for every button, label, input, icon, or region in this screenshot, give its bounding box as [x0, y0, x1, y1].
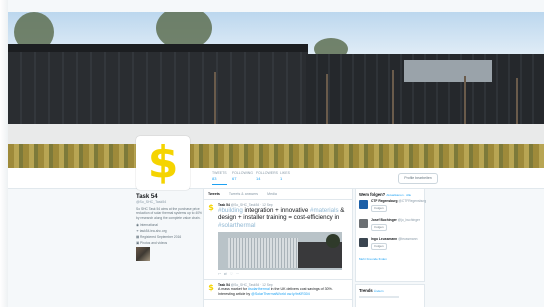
- stat-label: Followers: [256, 171, 278, 175]
- dollar-sign-icon: $: [147, 137, 179, 188]
- tweet-avatar-dollar-icon[interactable]: $: [207, 204, 215, 212]
- stat-value: 67: [232, 176, 237, 181]
- twitter-profile-page: Tweets 83 Following 67 Followers 14 Like…: [0, 0, 544, 307]
- stat-following[interactable]: Following 67: [232, 171, 253, 181]
- tweet-avatar-dollar-icon[interactable]: $: [207, 284, 215, 292]
- like-icon[interactable]: ♡: [230, 272, 233, 276]
- stat-value: 14: [256, 176, 261, 181]
- tweet[interactable]: $ Task 54 @So_SHC_Task54 · 12 Sep #build…: [204, 200, 352, 281]
- suggestion-name[interactable]: CTF Regensburg @CTFRegensburg: [371, 199, 426, 203]
- url-link[interactable]: ow.ly/tnKR304: [287, 292, 310, 296]
- reply-icon[interactable]: ↩: [218, 272, 221, 276]
- tab-media[interactable]: Media: [267, 192, 277, 196]
- hashtag[interactable]: #solarthermal: [218, 222, 256, 229]
- header-glass: [404, 60, 492, 82]
- header-building-left: [8, 44, 308, 128]
- header-image: [8, 12, 544, 168]
- hashtag[interactable]: #building: [218, 207, 243, 214]
- location-text: International: [139, 222, 158, 227]
- suggestion-handle: @leussmann: [398, 237, 418, 241]
- suggestion-avatar[interactable]: [359, 238, 368, 247]
- profile-location: ◉ International: [136, 222, 158, 227]
- trend-item-placeholder[interactable]: [359, 296, 399, 298]
- suggestion-display-name: Josef Buchinger: [371, 218, 397, 222]
- suggestion-display-name: Ingo Leussmann: [371, 237, 398, 241]
- tab-tweets[interactable]: Tweets: [208, 192, 220, 196]
- who-to-follow-heading: Wem folgen?: [359, 192, 386, 197]
- header-roof: [8, 44, 308, 52]
- profile-website[interactable]: ⚭ task54.iea-shc.org: [136, 229, 202, 233]
- follow-button[interactable]: Folgen: [371, 224, 387, 231]
- suggestion-avatar[interactable]: [359, 200, 368, 209]
- find-friends-link[interactable]: Mehr Freunde finden: [359, 257, 421, 261]
- trends-title: Trends Ändern: [359, 288, 421, 293]
- tweet[interactable]: $ Task 54 @So_SHC_Task54 · 12 Sep A mass…: [204, 280, 352, 301]
- photo-facade: [228, 238, 298, 269]
- trends-heading: Trends: [359, 288, 373, 293]
- profile-sidebar: Task 54 @So_SHC_Task54 So SHC Task 54 ai…: [136, 194, 202, 261]
- website-link[interactable]: task54.iea-shc.org: [140, 229, 167, 233]
- hashtag[interactable]: #materials: [310, 207, 339, 214]
- suggestion-item[interactable]: CTF Regensburg @CTFRegensburg Folgen: [359, 199, 426, 218]
- page-edge: [0, 0, 8, 307]
- suggestion-item[interactable]: Josef Buchinger @jo_buchinger Folgen: [359, 218, 421, 237]
- tweet-text: #building integration + innovative #mate…: [218, 207, 348, 229]
- suggestion-name[interactable]: Ingo Leussmann @leussmann: [371, 237, 417, 241]
- suggestion-item[interactable]: Ingo Leussmann @leussmann Folgen: [359, 237, 421, 256]
- header-hedge: [8, 144, 544, 168]
- stat-likes[interactable]: Likes 1: [280, 171, 290, 181]
- suggestion-avatar[interactable]: [359, 219, 368, 228]
- suggestion-handle: @jo_buchinger: [397, 218, 420, 222]
- joined-text: Registered September 2016: [140, 234, 182, 239]
- tweets-timeline: Tweets Tweets & answers Media $ Task 54 …: [203, 188, 353, 307]
- more-icon[interactable]: ⋯: [236, 272, 240, 276]
- suggestion-name[interactable]: Josef Buchinger @jo_buchinger: [371, 218, 420, 222]
- mention-link[interactable]: @SolarThermalWorld: [251, 292, 286, 296]
- stat-label: Likes: [280, 171, 290, 175]
- tweet-actions: ↩ ⇄ ♡ ⋯: [218, 272, 348, 276]
- profile-handle[interactable]: @So_SHC_Task54: [136, 200, 202, 204]
- profile-bio: So SHC Task 54 aims at the purchase pric…: [136, 207, 202, 220]
- stat-tweets[interactable]: Tweets 83: [212, 171, 227, 185]
- stat-label: Following: [232, 171, 254, 175]
- refresh-link[interactable]: Aktualisieren · Alle: [386, 193, 411, 197]
- photos-label[interactable]: Photos and videos: [140, 241, 167, 245]
- retweet-icon[interactable]: ⇄: [224, 272, 227, 276]
- avatar[interactable]: $: [136, 136, 190, 190]
- timeline-tabs: Tweets Tweets & answers Media: [204, 189, 352, 200]
- photos-videos-link[interactable]: ▣ Photos and videos: [136, 241, 202, 245]
- profile-joined: ▦ Registered September 2016: [136, 234, 182, 239]
- tab-tweets-answers[interactable]: Tweets & answers: [229, 192, 258, 196]
- photo-thumbnail[interactable]: [136, 246, 150, 261]
- stat-value: 83: [212, 176, 217, 181]
- tweet-text-part: A mass market for: [218, 287, 248, 292]
- tweet-photo[interactable]: [218, 232, 342, 271]
- trends-panel: Trends Ändern: [355, 284, 425, 307]
- follow-button[interactable]: Folgen: [371, 205, 387, 212]
- stat-value: 1: [280, 176, 283, 181]
- profile-nav: Tweets 83 Following 67 Followers 14 Like…: [8, 168, 544, 189]
- who-to-follow: Wem folgen? Aktualisieren · Alle CTF Reg…: [355, 188, 426, 282]
- stat-label: Tweets: [212, 171, 227, 175]
- tweet-text: A mass market for #solarthermal in the U…: [218, 287, 348, 296]
- hashtag[interactable]: #solarthermal: [248, 287, 270, 291]
- edit-profile-button[interactable]: Profile bearbeiten: [398, 173, 438, 184]
- who-to-follow-title: Wem folgen? Aktualisieren · Alle: [359, 192, 421, 197]
- trends-change-link[interactable]: Ändern: [374, 289, 384, 293]
- follow-button[interactable]: Folgen: [371, 243, 387, 250]
- tweet-text-part: integration + innovative: [242, 207, 311, 214]
- suggestion-display-name: CTF Regensburg: [371, 199, 398, 203]
- suggestion-handle: @CTFRegensburg: [398, 199, 427, 203]
- header-building-right: [306, 54, 544, 126]
- stat-followers[interactable]: Followers 14: [256, 171, 278, 181]
